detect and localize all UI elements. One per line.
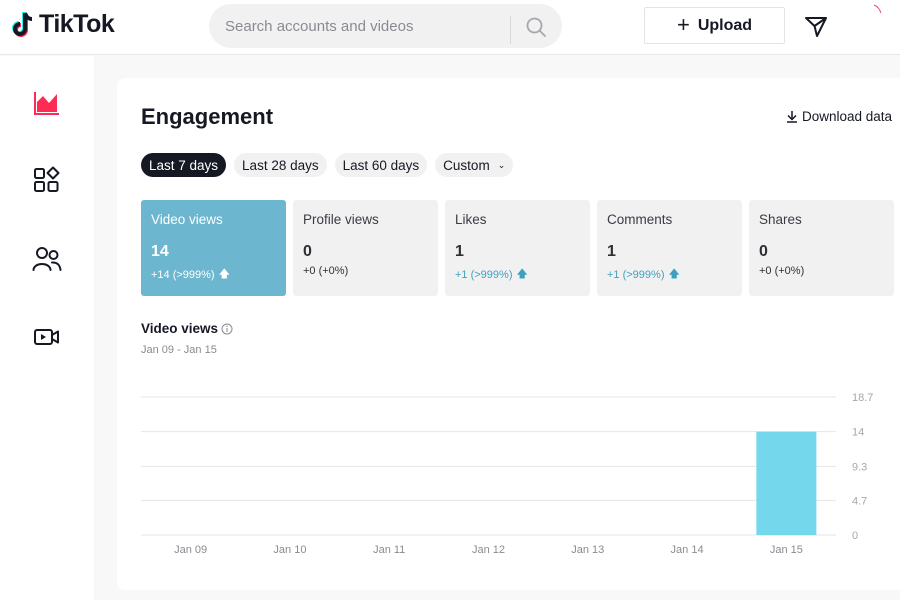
metric-change-text: +1 (>999%) [455, 268, 513, 281]
sidebar-item-content[interactable] [30, 163, 64, 197]
avatar-edge[interactable] [872, 4, 884, 16]
arrow-up-icon: 🡅 [668, 268, 680, 280]
analytics-chart-icon [34, 92, 59, 115]
download-icon [787, 111, 797, 123]
sidebar [0, 56, 94, 600]
y-tick-label: 14 [852, 427, 864, 439]
search-icon [526, 17, 546, 37]
filter-last-28-days[interactable]: Last 28 days [234, 153, 327, 177]
metric-change-text: +0 (+0%) [303, 265, 349, 277]
content-grid-icon [34, 166, 60, 192]
metric-value: 1 [455, 243, 464, 260]
chevron-down-icon: ⌄ [497, 159, 506, 170]
info-icon[interactable] [221, 323, 233, 335]
y-tick-label: 4.7 [852, 495, 867, 507]
x-tick-label: Jan 10 [273, 544, 306, 556]
upload-button[interactable]: + Upload [644, 7, 785, 44]
filter-last-60-days[interactable]: Last 60 days [334, 153, 428, 177]
metric-value: 1 [607, 243, 616, 260]
live-video-icon [34, 329, 59, 345]
metric-change: +1 (>999%) 🡅 [607, 265, 732, 284]
metric-card-shares[interactable]: Shares 0 +0 (+0%) [749, 200, 894, 296]
metric-change-text: +1 (>999%) [607, 268, 665, 281]
x-tick-label: Jan 13 [571, 544, 604, 556]
upload-label: Upload [697, 16, 753, 34]
y-tick-label: 0 [852, 530, 858, 542]
metric-value: 0 [759, 243, 768, 260]
chart-gridlines [141, 396, 836, 536]
metric-card-profile-views[interactable]: Profile views 0 +0 (+0%) [293, 200, 438, 296]
tiktok-logo[interactable]: TikTok [12, 10, 115, 39]
metric-card-video-views[interactable]: Video views 14 +14 (>999%) 🡅 [141, 200, 286, 296]
logo-text: TikTok [39, 10, 115, 38]
metric-label: Likes [455, 212, 487, 227]
top-bar: TikTok + Upload [0, 0, 900, 55]
metric-label: Shares [759, 212, 802, 227]
chart-title: Video views [141, 321, 233, 336]
metric-label: Comments [607, 212, 673, 227]
metric-change-text: +0 (+0%) [759, 265, 805, 277]
metric-change: +1 (>999%) 🡅 [455, 265, 580, 284]
date-range-filters: Last 7 days Last 28 days Last 60 days Cu… [141, 153, 514, 177]
metric-change-text: +14 (>999%) [151, 268, 215, 281]
search-input[interactable] [225, 4, 505, 48]
filter-label: Custom [443, 157, 490, 173]
y-tick-label: 18.7 [852, 392, 873, 404]
metric-change: +0 (+0%) [303, 265, 428, 277]
arrow-up-icon: 🡅 [218, 268, 230, 280]
bar-jan-15[interactable] [756, 431, 817, 535]
chart-title-text: Video views [141, 321, 219, 336]
metric-value: 14 [151, 243, 169, 260]
chart-x-ticks: Jan 09 Jan 10 Jan 11 Jan 12 Jan 13 Jan 14 Jan … [174, 544, 803, 556]
sidebar-item-followers[interactable] [30, 242, 64, 276]
plus-icon: + [676, 11, 690, 37]
metric-card-comments[interactable]: Comments 1 +1 (>999%) 🡅 [597, 200, 742, 296]
filter-label: Last 7 days [149, 157, 219, 173]
x-tick-label: Jan 09 [174, 544, 207, 556]
metric-card-likes[interactable]: Likes 1 +1 (>999%) 🡅 [445, 200, 590, 296]
filter-last-7-days[interactable]: Last 7 days [141, 153, 227, 177]
metric-value: 0 [303, 243, 312, 260]
search-divider [510, 16, 511, 44]
metric-change: +0 (+0%) [759, 265, 884, 277]
sidebar-item-live[interactable] [30, 320, 64, 354]
x-tick-label: Jan 15 [770, 544, 803, 556]
search-button[interactable] [521, 12, 551, 42]
download-data-button[interactable]: Download data [786, 109, 892, 124]
inbox-icon [805, 17, 827, 37]
sidebar-item-analytics[interactable] [30, 86, 64, 120]
download-label: Download data [802, 109, 893, 124]
chart-y-ticks: 0 4.7 9.3 14 18.7 [852, 392, 873, 542]
chart-date-range: Jan 09 - Jan 15 [141, 344, 217, 356]
x-tick-label: Jan 14 [671, 544, 704, 556]
video-views-bar-chart: 04.79.31418.7 Jan 09 Jan 10 Jan 11 Jan 12 Ja… [141, 392, 873, 556]
arrow-up-icon: 🡅 [516, 268, 528, 280]
x-tick-label: Jan 11 [373, 544, 405, 556]
y-tick-label: 9.3 [852, 461, 867, 473]
filter-custom-dropdown[interactable]: Custom ⌄ [435, 153, 514, 177]
filter-label: Last 28 days [242, 157, 319, 173]
metric-label: Video views [151, 212, 223, 227]
metric-change: +14 (>999%) 🡅 [151, 265, 276, 284]
inbox-button[interactable] [802, 12, 830, 40]
metric-label: Profile views [303, 212, 379, 227]
chart-bars [756, 431, 817, 535]
search-bar [209, 4, 562, 48]
tiktok-note-icon [12, 11, 33, 37]
filter-label: Last 60 days [342, 157, 420, 173]
x-tick-label: Jan 12 [472, 544, 505, 556]
followers-icon [32, 247, 62, 271]
page-title: Engagement [141, 104, 274, 129]
